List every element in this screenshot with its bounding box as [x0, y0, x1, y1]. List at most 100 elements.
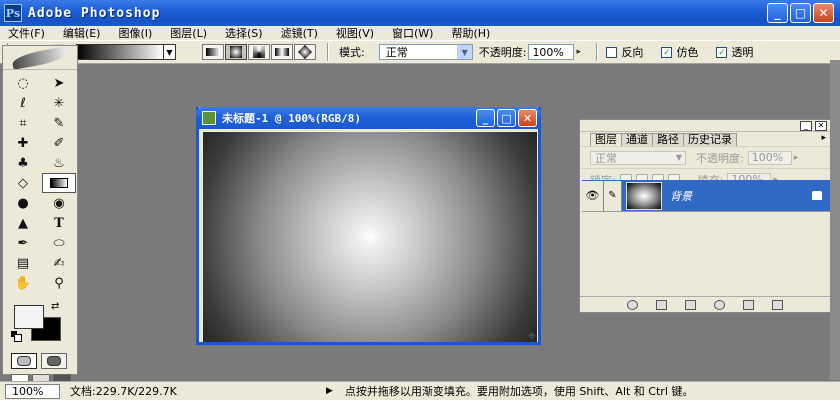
opacity-input[interactable]: 100%: [528, 44, 575, 60]
move-tool[interactable]: ➤: [42, 73, 76, 93]
layer-mask-icon[interactable]: [656, 299, 667, 310]
tab-history[interactable]: 历史记录: [683, 133, 737, 146]
pen-icon: ✒: [17, 235, 29, 251]
layer-opacity-input[interactable]: 100%: [747, 150, 792, 165]
marquee-tool[interactable]: ◌: [6, 73, 40, 93]
reverse-label: 反向: [621, 46, 644, 59]
diamond-gradient-button[interactable]: [294, 44, 316, 60]
zoom-tool[interactable]: ⚲: [42, 273, 76, 293]
diamond-gradient-icon: [297, 44, 313, 60]
reflected-gradient-button[interactable]: [271, 44, 293, 60]
tab-channels[interactable]: 通道: [621, 133, 653, 146]
app-title-bar[interactable]: Ps Adobe Photoshop _ □ ✕: [0, 0, 840, 26]
notes-tool[interactable]: ▤: [6, 253, 40, 273]
minimize-button[interactable]: _: [767, 3, 788, 23]
tab-paths[interactable]: 路径: [652, 133, 684, 146]
opacity-slider-arrow-icon[interactable]: ▸: [794, 153, 799, 163]
photoshop-app-icon: Ps: [4, 4, 22, 22]
zoom-level-input[interactable]: 100%: [5, 383, 60, 399]
document-maximize-button[interactable]: □: [497, 109, 516, 127]
menu-image[interactable]: 图像(I): [118, 25, 152, 41]
magic-wand-icon: ✳: [53, 95, 65, 111]
radial-gradient-button[interactable]: [225, 44, 247, 60]
new-layer-icon[interactable]: [743, 299, 754, 310]
history-brush-tool[interactable]: ♨: [42, 153, 76, 173]
toolbox: ◌ ➤ ℓ ✳ ⌗ ✎ ✚ ✐ ♣ ♨ ◇ ● ◉ ▲ T ✒ ⬭ ▤ ✍ ✋ …: [2, 45, 78, 400]
menu-file[interactable]: 文件(F): [8, 25, 45, 41]
layer-name: 背景: [670, 189, 692, 203]
tab-layers[interactable]: 图层: [590, 133, 622, 146]
dither-checkbox[interactable]: ✓ 仿色: [661, 44, 698, 60]
blend-mode-select[interactable]: 正常 ▼: [590, 150, 686, 165]
menu-view[interactable]: 视图(V): [336, 25, 374, 41]
status-menu-arrow-icon[interactable]: ▶: [326, 386, 333, 396]
transparency-checkbox[interactable]: ✓ 透明: [716, 44, 753, 60]
pen-tool[interactable]: ✒: [6, 233, 40, 253]
menu-layer[interactable]: 图层(L): [170, 25, 207, 41]
shape-tool[interactable]: ⬭: [42, 233, 76, 253]
layer-row-background[interactable]: 👁 ✎ 背景: [582, 180, 830, 212]
menu-select[interactable]: 选择(S): [225, 25, 263, 41]
gradient-dropdown-button[interactable]: ▼: [164, 44, 176, 60]
crop-tool[interactable]: ⌗: [6, 113, 40, 133]
ellipse-icon: ⬭: [53, 235, 65, 251]
default-colors-icon[interactable]: [11, 331, 22, 342]
trash-icon[interactable]: [772, 299, 783, 310]
menu-help[interactable]: 帮助(H): [451, 25, 490, 41]
clone-stamp-tool[interactable]: ♣: [6, 153, 40, 173]
image-canvas[interactable]: [203, 132, 537, 342]
type-tool[interactable]: T: [42, 213, 76, 233]
layer-style-icon[interactable]: [627, 299, 638, 310]
dodge-tool[interactable]: ◉: [42, 193, 76, 213]
magic-wand-tool[interactable]: ✳: [42, 93, 76, 113]
history-brush-icon: ♨: [53, 155, 65, 171]
document-close-button[interactable]: ✕: [518, 109, 537, 127]
layer-thumbnail: [626, 181, 662, 210]
path-selection-tool[interactable]: ▲: [6, 213, 40, 233]
mode-select[interactable]: 正常 ▼: [378, 44, 473, 60]
menu-edit[interactable]: 编辑(E): [63, 25, 101, 41]
document-minimize-button[interactable]: _: [476, 109, 495, 127]
healing-brush-tool[interactable]: ✚: [6, 133, 40, 153]
panel-minimize-icon[interactable]: _: [800, 121, 812, 131]
quick-mask-button[interactable]: [41, 353, 67, 369]
lasso-tool[interactable]: ℓ: [6, 93, 40, 113]
eye-icon[interactable]: 👁: [582, 180, 604, 211]
document-size-info[interactable]: 文档:229.7K/229.7K: [70, 383, 250, 399]
menu-filter[interactable]: 滤镜(T): [281, 25, 318, 41]
foreground-color[interactable]: [14, 305, 44, 329]
linear-gradient-button[interactable]: [202, 44, 224, 60]
panel-close-icon[interactable]: ✕: [815, 121, 827, 131]
dither-label: 仿色: [676, 46, 699, 59]
brush-icon[interactable]: ✎: [604, 180, 622, 211]
resize-grip-icon[interactable]: ✥: [528, 332, 538, 342]
standard-mode-button[interactable]: [11, 353, 37, 369]
panel-menu-icon[interactable]: ▸: [821, 133, 826, 143]
slice-tool[interactable]: ✎: [42, 113, 76, 133]
gradient-swatch[interactable]: [76, 44, 164, 60]
hand-tool[interactable]: ✋: [6, 273, 40, 293]
adjustment-layer-icon[interactable]: [714, 299, 725, 310]
blur-tool[interactable]: ●: [6, 193, 40, 213]
type-icon: T: [54, 215, 64, 231]
toolbox-header[interactable]: [3, 45, 77, 70]
menu-bar: 文件(F) 编辑(E) 图像(I) 图层(L) 选择(S) 滤镜(T) 视图(V…: [0, 26, 840, 40]
new-set-icon[interactable]: [685, 299, 696, 310]
layers-list-empty-area: [582, 213, 830, 295]
layers-panel-titlebar[interactable]: _ ✕: [580, 120, 830, 132]
close-button[interactable]: ✕: [813, 3, 834, 23]
eyedropper-tool[interactable]: ✍: [42, 253, 76, 273]
swap-colors-icon[interactable]: ⇄: [51, 301, 59, 312]
maximize-button[interactable]: □: [790, 3, 811, 23]
gradient-tool[interactable]: [42, 173, 76, 193]
eraser-tool[interactable]: ◇: [6, 173, 40, 193]
opacity-slider-arrow-icon[interactable]: ▸: [576, 47, 586, 57]
angle-gradient-icon: [253, 46, 265, 58]
brush-tool[interactable]: ✐: [42, 133, 76, 153]
menu-window[interactable]: 窗口(W): [392, 25, 433, 41]
opacity-label: 不透明度:: [478, 46, 527, 59]
brush-icon: ✐: [53, 135, 65, 151]
angle-gradient-button[interactable]: [248, 44, 270, 60]
reverse-checkbox[interactable]: 反向: [606, 44, 643, 60]
document-title-bar[interactable]: 未标题-1 @ 100%(RGB/8) _ □ ✕: [196, 107, 541, 129]
